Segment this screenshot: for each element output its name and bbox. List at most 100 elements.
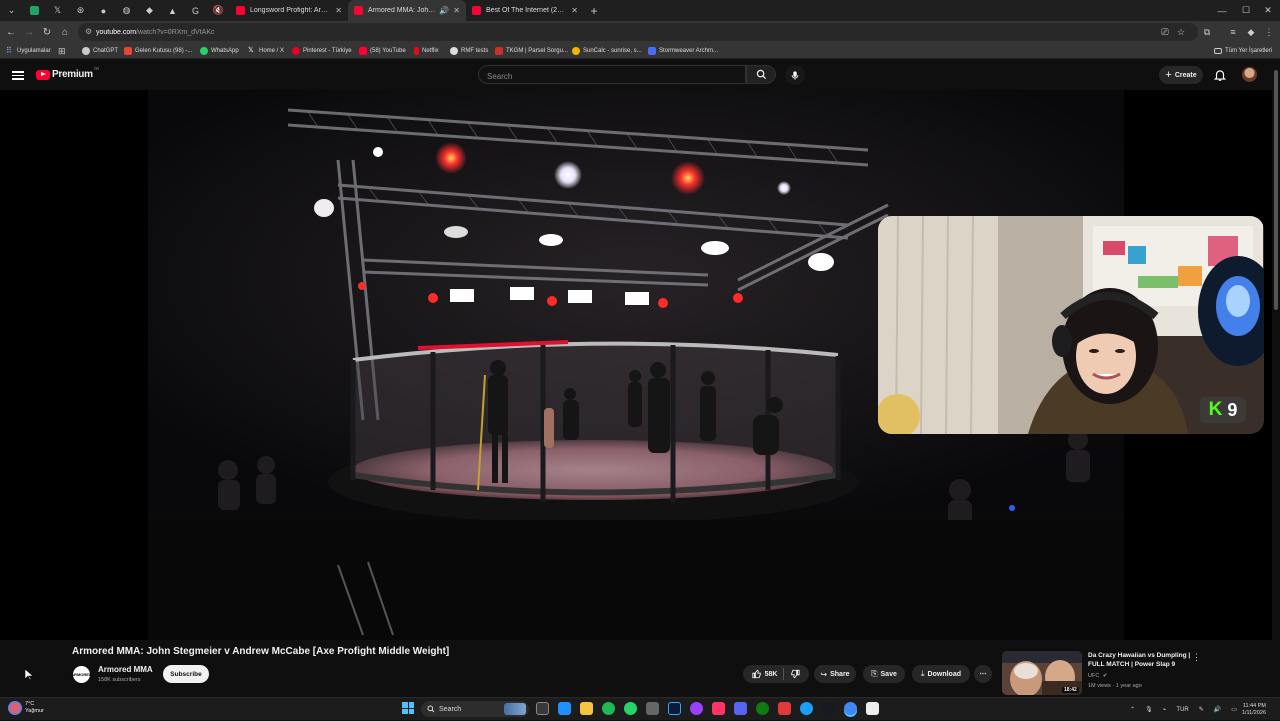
media-control-icon[interactable]: ≡	[1226, 25, 1240, 39]
channel-name[interactable]: Armored MMA	[98, 665, 153, 674]
tab-best-of-internet[interactable]: Best Of The Internet (2025) - Y ✕	[466, 0, 584, 21]
snipping-tool-icon[interactable]	[646, 702, 659, 715]
weather-widget[interactable]: 7°C Yağmur	[8, 701, 44, 715]
notes-app-icon[interactable]	[866, 702, 879, 715]
network-tray-icon[interactable]: ⌁	[1163, 706, 1167, 713]
bookmark-rmf-tests[interactable]: RMF tests	[450, 45, 488, 57]
forward-arrow-icon[interactable]: →	[20, 23, 38, 41]
bookmark-star-icon[interactable]: ☆	[1174, 25, 1188, 39]
thumbs-down-icon[interactable]	[790, 669, 801, 679]
tab-longsword-profight[interactable]: Longsword Profight: Armored F ✕	[230, 0, 348, 21]
bookmark-netflix[interactable]: Netflix	[414, 45, 439, 57]
app-red-icon[interactable]	[778, 702, 791, 715]
bookmark-grid-icon[interactable]: ⊞	[58, 45, 66, 57]
bookmark-apps[interactable]: ⠿ Uygulamalar	[6, 45, 51, 57]
adobe-icon[interactable]	[712, 702, 725, 715]
tab-close-icon[interactable]: ✕	[571, 6, 578, 15]
address-bar[interactable]: ⚙ youtube.com/watch?v=0RXm_dVtAKc	[78, 23, 1198, 41]
pinned-tab-menu-icon[interactable]: ⌄	[0, 0, 23, 21]
pinned-tab-google-icon[interactable]: G	[184, 0, 207, 21]
bookmark-stormweaver[interactable]: Stormweaver Archm...	[648, 45, 718, 57]
pinned-tab-github-icon[interactable]: ●	[92, 0, 115, 21]
youtube-premium-logo[interactable]: Premium TR	[36, 66, 99, 80]
tab-audio-icon[interactable]: 🔊	[439, 6, 449, 15]
pinned-tab-x-icon[interactable]: 𝕏	[46, 0, 69, 21]
recommendation-more-icon[interactable]: ⋮	[1192, 652, 1201, 663]
chrome-icon[interactable]	[844, 702, 857, 715]
microphone-tray-icon[interactable]: 🎙	[1145, 706, 1153, 713]
pinned-tab-sheets-icon[interactable]	[23, 0, 46, 21]
close-window-button[interactable]: ✕	[1254, 0, 1280, 21]
pinned-tab-muted-icon[interactable]: 🔇	[207, 0, 230, 21]
pinned-tab-drive-icon[interactable]: ▲	[161, 0, 184, 21]
pinned-tab-notion-icon[interactable]: ◆	[138, 0, 161, 21]
video-player[interactable]: K 9	[0, 90, 1272, 640]
bookmark-label: Gelen Kutusu (98) -...	[135, 48, 193, 54]
bookmark-gmail[interactable]: Gelen Kutusu (98) -...	[124, 45, 192, 57]
display-tray-icon[interactable]: ▭	[1231, 706, 1237, 713]
bookmark-youtube[interactable]: (58) YouTube	[359, 45, 406, 57]
pen-tray-icon[interactable]: ✎	[1199, 706, 1204, 713]
windows-start-icon[interactable]	[402, 702, 414, 714]
channel-avatar[interactable]: ARMORED	[71, 666, 92, 683]
voice-search-button[interactable]	[785, 65, 805, 85]
search-input[interactable]	[479, 68, 745, 85]
discord-icon[interactable]	[734, 702, 747, 715]
extensions-icon[interactable]: ⧉	[1200, 25, 1214, 39]
scrollbar-thumb[interactable]	[1274, 70, 1278, 310]
notifications-bell-icon[interactable]	[1213, 67, 1227, 83]
tab-armored-mma[interactable]: Armored MMA: John Stegm 🔊 ✕	[348, 0, 466, 21]
home-icon[interactable]: ⌂	[56, 23, 74, 41]
task-view-icon[interactable]	[536, 702, 549, 715]
volume-tray-icon[interactable]: 🔊	[1214, 706, 1221, 713]
pinned-tab-openai-icon[interactable]: ⊛	[69, 0, 92, 21]
spotify-icon[interactable]	[602, 702, 615, 715]
tab-title: Armored MMA: John Stegm	[368, 7, 435, 14]
bookmark-whatsapp[interactable]: WhatsApp	[200, 45, 239, 57]
recommendation-channel[interactable]: UFC ✔	[1088, 673, 1107, 679]
page-scrollbar[interactable]	[1272, 60, 1280, 700]
pinned-tab-messenger-icon[interactable]: ◍	[115, 0, 138, 21]
app-purple-icon[interactable]	[690, 702, 703, 715]
search-button[interactable]	[746, 65, 776, 84]
tab-close-icon[interactable]: ✕	[453, 6, 460, 15]
like-button[interactable]: 58K	[751, 669, 777, 679]
language-indicator[interactable]: TUR	[1176, 707, 1188, 713]
bookmark-x[interactable]: 𝕏 Home / X	[248, 45, 284, 57]
search-box[interactable]	[478, 65, 746, 85]
file-explorer-icon[interactable]	[580, 702, 593, 715]
browser-menu-icon[interactable]: ⋮	[1262, 25, 1276, 39]
whatsapp-icon[interactable]	[624, 702, 637, 715]
all-bookmarks-folder[interactable]: Tüm Yer İşaretleri	[1214, 45, 1272, 57]
bookmark-pinterest[interactable]: Pinterest - Türkiye	[292, 45, 352, 57]
save-button[interactable]: ⎘ Save	[863, 665, 905, 683]
profile-shield-icon[interactable]: ◆	[1244, 25, 1258, 39]
hamburger-menu-icon[interactable]	[12, 69, 24, 81]
photoshop-icon[interactable]	[668, 702, 681, 715]
bookmark-suncalc[interactable]: SunCalc - sunrise, s...	[572, 45, 642, 57]
xbox-icon[interactable]	[756, 702, 769, 715]
bookmark-label: Stormweaver Archm...	[659, 48, 719, 54]
back-arrow-icon[interactable]: ←	[2, 23, 20, 41]
pinterest-icon	[292, 47, 300, 55]
taskbar-search[interactable]: Search	[421, 701, 529, 717]
recommendation-title[interactable]: Da Crazy Hawaiian vs Dumpling | FULL MAT…	[1088, 651, 1192, 669]
reload-icon[interactable]: ↻	[38, 23, 56, 41]
subscribe-button[interactable]: Subscribe	[163, 665, 209, 683]
edge-icon[interactable]	[800, 702, 813, 715]
tab-close-icon[interactable]: ✕	[335, 6, 342, 15]
taskbar-clock[interactable]: 11:44 PM 1/11/2026	[1242, 703, 1266, 717]
account-avatar[interactable]	[1242, 67, 1257, 82]
site-info-icon[interactable]: ⚙	[85, 27, 92, 36]
bookmark-tkgm[interactable]: TKGM | Parsel Sorgu...	[495, 45, 568, 57]
widgets-icon[interactable]	[558, 702, 571, 715]
steam-icon[interactable]	[822, 702, 835, 715]
more-actions-button[interactable]: ⋯	[974, 665, 992, 683]
install-app-icon[interactable]: ⎚	[1158, 25, 1172, 39]
show-hidden-icons-icon[interactable]: ⌃	[1130, 706, 1135, 713]
download-button[interactable]: ⤓ Download	[912, 665, 970, 683]
new-tab-button[interactable]: +	[584, 4, 604, 18]
bookmark-chatgpt[interactable]: ChatGPT	[82, 45, 118, 57]
create-button[interactable]: + Create	[1159, 66, 1203, 84]
share-button[interactable]: ↪ Share	[814, 665, 856, 683]
